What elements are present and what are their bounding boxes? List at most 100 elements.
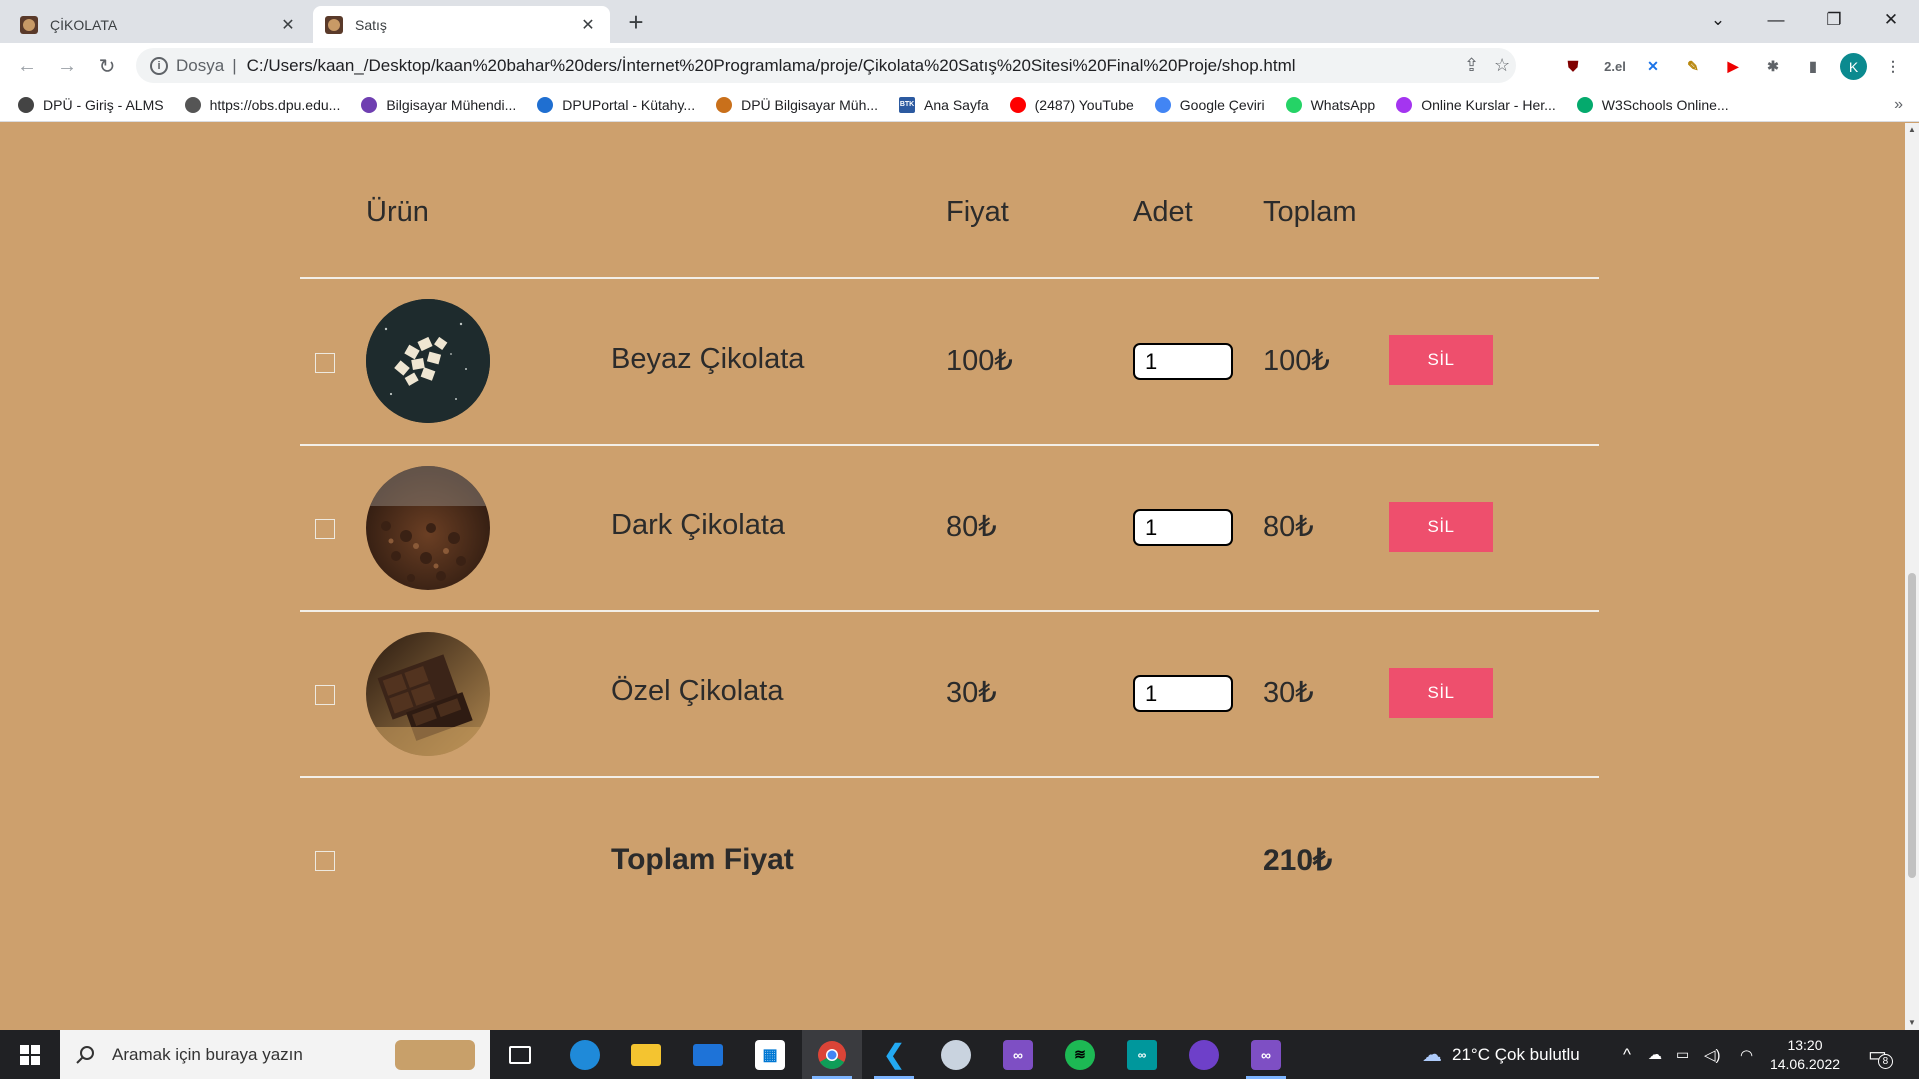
bookmark-favicon-icon <box>1285 96 1302 113</box>
scroll-up-arrow-icon[interactable]: ▲ <box>1905 123 1919 137</box>
close-icon[interactable]: ✕ <box>578 15 598 35</box>
bookmark-favicon-icon <box>361 96 378 113</box>
bookmark-item[interactable]: W3Schools Online... <box>1576 96 1729 113</box>
taskbar-search-box[interactable]: Aramak için buraya yazın <box>60 1030 490 1079</box>
reload-icon[interactable]: ↻ <box>92 51 122 81</box>
bookmark-item[interactable]: Google Çeviri <box>1154 96 1265 113</box>
product-name: Dark Çikolata <box>611 509 786 541</box>
github-desktop-icon[interactable] <box>1174 1030 1234 1079</box>
delete-button[interactable]: SİL <box>1389 502 1493 552</box>
tools-extension-icon[interactable]: ✕ <box>1640 53 1666 79</box>
tab-satis[interactable]: Satış ✕ <box>313 6 610 43</box>
wifi-icon[interactable]: ◠ <box>1740 1030 1753 1079</box>
browser-toolbar: ← → ↻ i Dosya | C:/Users/kaan_/Desktop/k… <box>0 43 1919 88</box>
item-checkbox[interactable] <box>315 353 335 373</box>
page-scrollbar[interactable]: ▲ ▼ <box>1905 123 1919 1030</box>
puzzle-extensions-icon[interactable]: ✱ <box>1760 53 1786 79</box>
bookmark-item[interactable]: Bilgisayar Mühendi... <box>361 96 516 113</box>
bookmark-item[interactable]: https://obs.dpu.edu... <box>184 96 340 113</box>
item-checkbox[interactable] <box>315 519 335 539</box>
file-explorer-icon[interactable] <box>616 1030 676 1079</box>
bookmark-item[interactable]: Online Kurslar - Her... <box>1396 96 1556 113</box>
item-checkbox[interactable] <box>315 685 335 705</box>
ublock-shield-icon[interactable]: ⛊ <box>1560 53 1586 79</box>
profile-avatar[interactable]: K <box>1840 53 1867 80</box>
store-icon[interactable]: ▦ <box>740 1030 800 1079</box>
bookmark-star-icon[interactable]: ☆ <box>1494 48 1510 83</box>
bookmark-favicon-icon: BTK <box>899 96 916 113</box>
tab-cikolata[interactable]: ÇİKOLATA ✕ <box>8 6 310 43</box>
chrome-taskbar-icon[interactable] <box>802 1030 862 1079</box>
url-text[interactable]: C:/Users/kaan_/Desktop/kaan%20bahar%20de… <box>247 56 1296 76</box>
bookmark-item[interactable]: DPÜ - Giriş - ALMS <box>18 96 164 113</box>
extension-2el-label[interactable]: 2.el <box>1598 53 1632 79</box>
product-price: 30₺ <box>946 677 997 709</box>
total-price-label: Toplam Fiyat <box>611 843 794 876</box>
quantity-input[interactable] <box>1133 509 1233 546</box>
delete-button[interactable]: SİL <box>1389 668 1493 718</box>
network-icon[interactable]: ☁ <box>1648 1030 1662 1079</box>
visual-studio-icon[interactable]: ∞ <box>988 1030 1048 1079</box>
paint-icon[interactable] <box>926 1030 986 1079</box>
product-total: 30₺ <box>1263 677 1314 709</box>
volume-icon[interactable]: ◁) <box>1704 1030 1721 1079</box>
chocolate-favicon-icon <box>20 15 38 34</box>
search-placeholder: Aramak için buraya yazın <box>112 1044 303 1064</box>
youtube-extension-icon[interactable]: ▶ <box>1720 53 1746 79</box>
bookmark-item[interactable]: DPUPortal - Kütahy... <box>537 96 696 113</box>
bookmark-item[interactable]: WhatsApp <box>1285 96 1375 113</box>
white-chocolate-image <box>366 299 490 423</box>
new-tab-button[interactable]: + <box>621 8 651 38</box>
scrollbar-thumb[interactable] <box>1908 573 1916 878</box>
product-price: 80₺ <box>946 511 997 543</box>
bookmark-favicon-icon <box>184 96 201 113</box>
product-name: Beyaz Çikolata <box>611 343 805 375</box>
back-arrow-icon[interactable]: ← <box>12 51 42 81</box>
share-icon[interactable]: ⇪ <box>1464 48 1479 83</box>
windows-start-button[interactable] <box>0 1030 60 1079</box>
divider <box>300 776 1599 778</box>
close-icon[interactable]: ✕ <box>278 15 298 35</box>
divider <box>300 277 1599 279</box>
select-all-checkbox[interactable] <box>315 851 335 871</box>
bookmark-label: W3Schools Online... <box>1601 96 1729 113</box>
total-price-value: 210₺ <box>1263 844 1333 877</box>
weather-widget[interactable]: ☁ 21°C Çok bulutlu <box>1422 1030 1580 1079</box>
browser-tab-strip: ÇİKOLATA ✕ Satış ✕ + ⌄ — ❐ ✕ <box>0 0 1919 43</box>
bookmark-item[interactable]: DPÜ Bilgisayar Müh... <box>716 96 878 113</box>
mail-icon[interactable] <box>678 1030 738 1079</box>
close-window-button[interactable]: ✕ <box>1863 0 1919 40</box>
info-icon[interactable]: i <box>150 56 168 75</box>
notification-center-icon[interactable]: ▭ 8 <box>1868 1030 1893 1079</box>
bookmark-item[interactable]: (2487) YouTube <box>1009 96 1134 113</box>
bookmark-item[interactable]: BTK Ana Sayfa <box>899 96 989 113</box>
delete-button[interactable]: SİL <box>1389 335 1493 385</box>
clock[interactable]: 13:20 14.06.2022 <box>1765 1036 1845 1074</box>
vscode-taskbar-icon[interactable]: ❮ <box>864 1030 924 1079</box>
visual-studio-installer-icon[interactable]: ∞ <box>1236 1030 1296 1079</box>
eyedropper-icon[interactable]: ✎ <box>1680 53 1706 79</box>
bookmark-label: DPUPortal - Kütahy... <box>562 96 696 113</box>
scroll-down-arrow-icon[interactable]: ▼ <box>1905 1016 1919 1030</box>
arduino-icon[interactable]: ∞ <box>1112 1030 1172 1079</box>
side-panel-icon[interactable]: ▮ <box>1800 53 1826 79</box>
spotify-icon[interactable]: ≋ <box>1050 1030 1110 1079</box>
clock-date: 14.06.2022 <box>1769 1056 1841 1072</box>
quantity-input[interactable] <box>1133 675 1233 712</box>
tab-search-chevron-icon[interactable]: ⌄ <box>1690 0 1746 40</box>
minimize-button[interactable]: — <box>1748 0 1804 40</box>
battery-icon[interactable]: ▭ <box>1676 1030 1689 1079</box>
tray-chevron-icon[interactable]: ^ <box>1623 1030 1631 1079</box>
dark-chocolate-image <box>366 466 490 590</box>
forward-arrow-icon[interactable]: → <box>52 51 82 81</box>
tab-title: ÇİKOLATA <box>50 16 118 33</box>
menu-kebab-icon[interactable]: ⋮ <box>1880 53 1906 79</box>
task-view-icon[interactable] <box>490 1030 550 1079</box>
header-price: Fiyat <box>946 196 1009 228</box>
edge-icon[interactable] <box>555 1030 615 1079</box>
restore-button[interactable]: ❐ <box>1806 0 1862 40</box>
bookmarks-overflow-icon[interactable]: » <box>1894 96 1903 114</box>
address-bar[interactable]: i Dosya | C:/Users/kaan_/Desktop/kaan%20… <box>136 48 1516 83</box>
bookmarks-bar: DPÜ - Giriş - ALMS https://obs.dpu.edu...… <box>0 88 1919 122</box>
quantity-input[interactable] <box>1133 343 1233 380</box>
